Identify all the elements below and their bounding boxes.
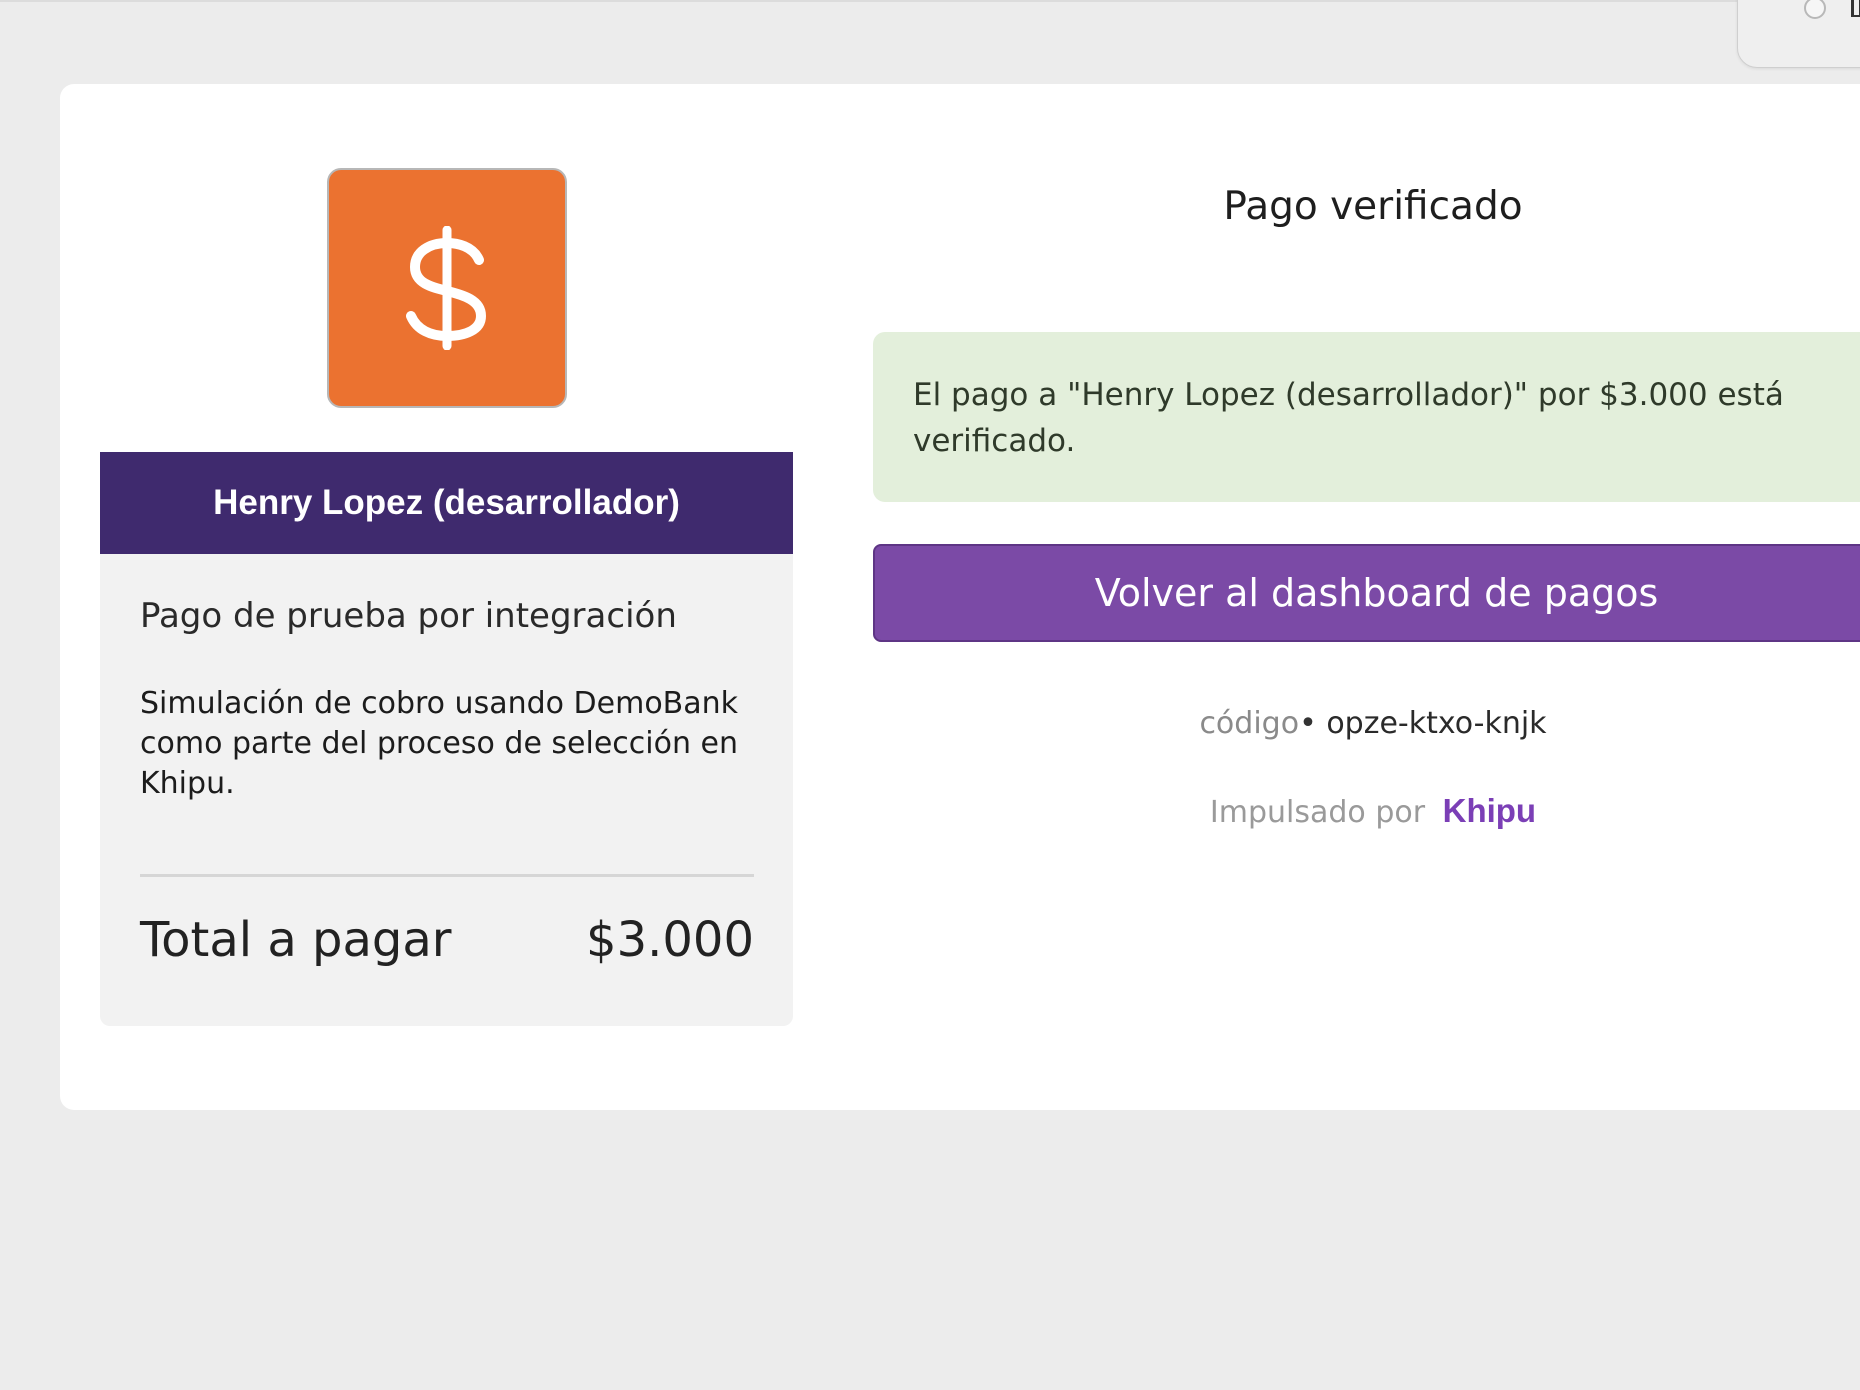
extension-icon[interactable] xyxy=(1804,0,1826,19)
total-amount: $3.000 xyxy=(586,912,754,968)
window-top-border xyxy=(0,0,1860,2)
powered-by: Impulsado por Khipu xyxy=(873,792,1860,830)
extension-glyph-icon xyxy=(1851,0,1860,17)
verification-message: El pago a "Henry Lopez (desarrollador)" … xyxy=(913,377,1784,459)
divider xyxy=(140,874,754,877)
code-separator: • xyxy=(1299,706,1317,741)
merchant-logo xyxy=(327,168,567,408)
merchant-name-header: Henry Lopez (desarrollador) xyxy=(100,452,793,554)
payment-subject: Pago de prueba por integración xyxy=(140,596,677,636)
merchant-name: Henry Lopez (desarrollador) xyxy=(213,483,680,522)
status-title: Pago verificado xyxy=(1223,184,1523,229)
payment-details: Pago de prueba por integración Simulació… xyxy=(100,554,793,1026)
total-label: Total a pagar xyxy=(140,912,452,968)
payment-card: Henry Lopez (desarrollador) Pago de prue… xyxy=(60,84,1860,1110)
payment-description: Simulación de cobro usando DemoBank como… xyxy=(140,686,739,801)
browser-extension-popup[interactable] xyxy=(1737,0,1860,68)
payment-code: código• opze-ktxo-knjk xyxy=(873,706,1860,741)
khipu-logo[interactable]: Khipu xyxy=(1443,792,1536,829)
dollar-sign-icon xyxy=(399,226,495,350)
code-label: código xyxy=(1199,706,1300,741)
back-to-dashboard-button[interactable]: Volver al dashboard de pagos xyxy=(873,544,1860,642)
verification-alert: El pago a "Henry Lopez (desarrollador)" … xyxy=(873,332,1860,502)
powered-by-label: Impulsado por xyxy=(1209,795,1426,830)
code-value: opze-ktxo-knjk xyxy=(1326,706,1547,741)
back-to-dashboard-label: Volver al dashboard de pagos xyxy=(1094,571,1659,615)
